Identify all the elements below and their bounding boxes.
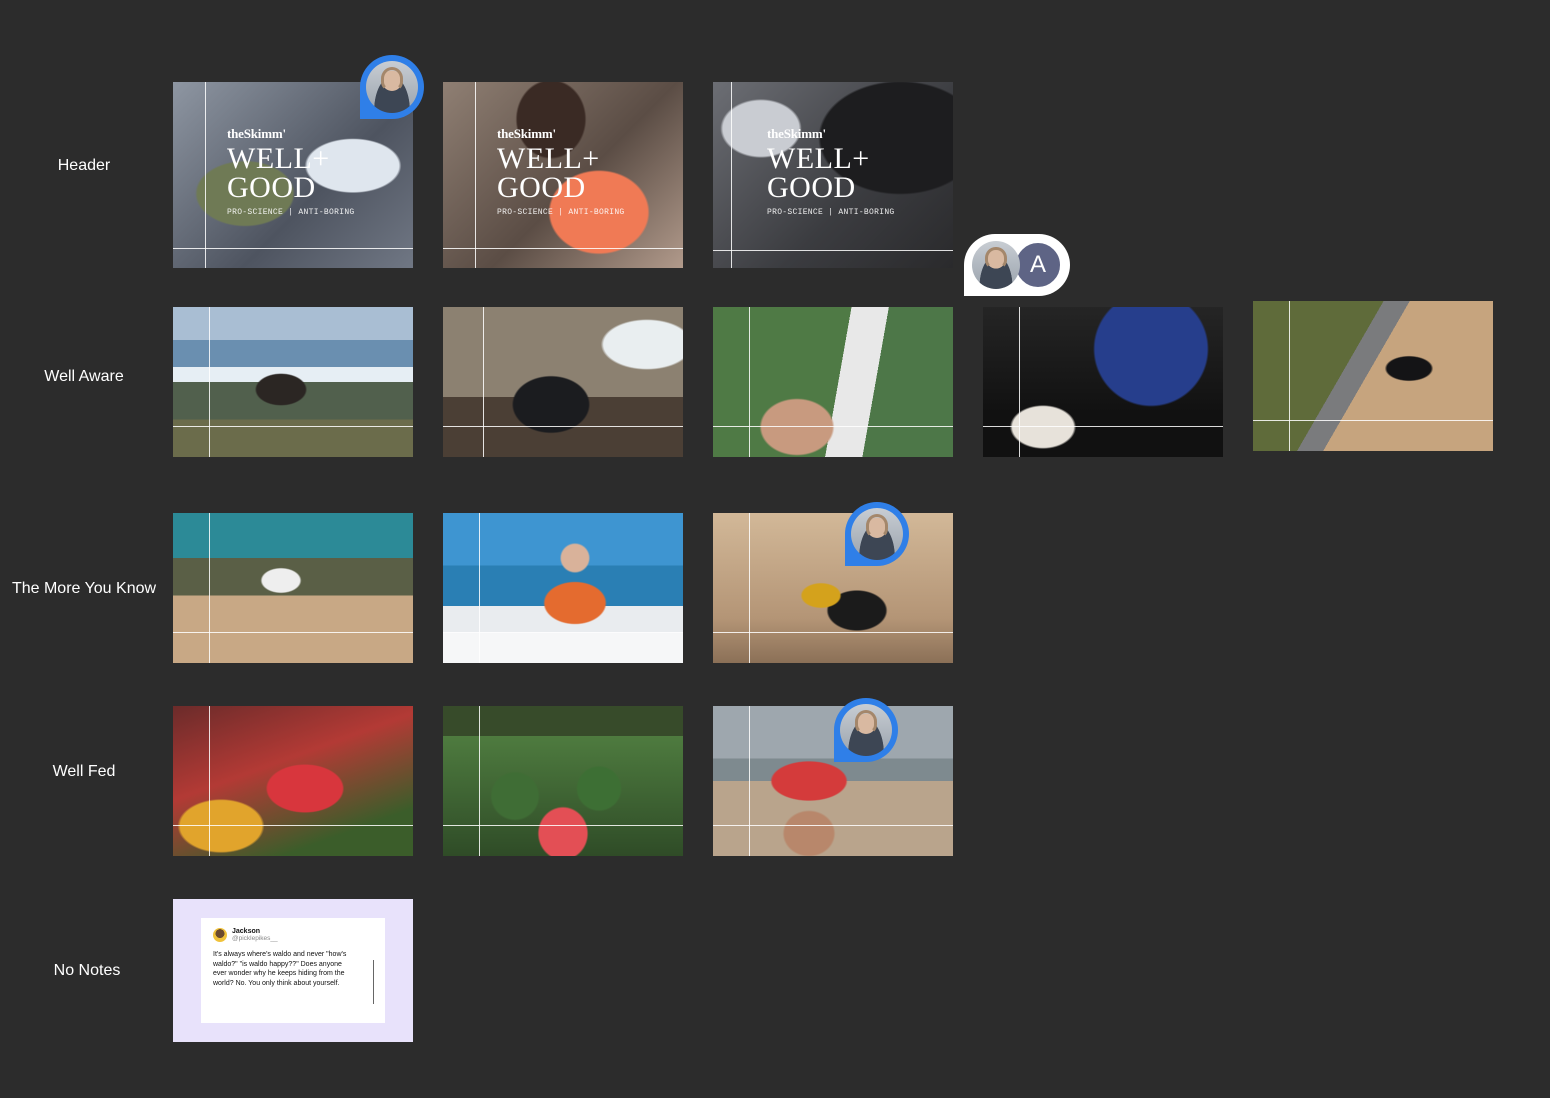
guide-line-vertical <box>205 82 206 268</box>
brand-overlay: theSkimm' WELL+ GOOD PRO-SCIENCE | ANTI-B… <box>227 126 355 217</box>
guide-line-vertical <box>749 513 750 663</box>
well-fed-thumbnail-1[interactable] <box>173 706 413 856</box>
brand-title: WELL+ GOOD <box>227 142 330 204</box>
well-aware-thumbnail-4[interactable] <box>983 307 1223 457</box>
guide-line-vertical <box>1289 301 1290 451</box>
guide-line-vertical <box>749 307 750 457</box>
brand-logo: theSkimm' <box>227 126 286 141</box>
the-more-you-know-thumbnail-3[interactable] <box>713 513 953 663</box>
tweet-card: Jackson @picklepikes__ It's always where… <box>201 918 385 1023</box>
user-avatar <box>972 241 1020 289</box>
guide-line-horizontal <box>713 632 953 633</box>
well-fed-thumbnail-3[interactable] <box>713 706 953 856</box>
well-aware-thumbnail-2[interactable] <box>443 307 683 457</box>
guide-line-horizontal <box>173 632 413 633</box>
brand-tagline: PRO-SCIENCE | ANTI-BORING <box>767 208 895 217</box>
row-label-well-fed: Well Fed <box>52 763 116 780</box>
guide-line-horizontal <box>173 248 413 249</box>
tweet-text: It's always where's waldo and never "how… <box>213 951 347 987</box>
guide-line-horizontal <box>443 248 683 249</box>
guide-line-vertical <box>209 706 210 856</box>
guide-line-horizontal <box>173 825 413 826</box>
user-avatar <box>840 704 892 756</box>
guide-line-vertical <box>209 307 210 457</box>
row-label-header: Header <box>57 157 111 174</box>
no-notes-thumbnail-1[interactable]: Jackson @picklepikes__ It's always where… <box>173 899 413 1042</box>
row-label-well-aware: Well Aware <box>44 368 124 385</box>
user-avatar <box>851 508 903 560</box>
guide-line-vertical <box>479 706 480 856</box>
comment-pin[interactable] <box>834 698 898 762</box>
guide-line-horizontal <box>983 426 1223 427</box>
row-label-no-notes: No Notes <box>53 962 121 979</box>
guide-line-vertical <box>749 706 750 856</box>
brand-logo: theSkimm' <box>497 126 556 141</box>
user-avatar <box>366 61 418 113</box>
guide-line-horizontal <box>173 426 413 427</box>
brand-title: WELL+ GOOD <box>767 142 870 204</box>
guide-line-horizontal <box>713 250 953 251</box>
guide-line-horizontal <box>443 426 683 427</box>
well-aware-thumbnail-3[interactable] <box>713 307 953 457</box>
tweet-author-name: Jackson <box>232 928 261 935</box>
brand-overlay: theSkimm' WELL+ GOOD PRO-SCIENCE | ANTI-B… <box>767 126 895 217</box>
well-aware-thumbnail-5[interactable] <box>1253 301 1493 451</box>
brand-title: WELL+ GOOD <box>497 142 600 204</box>
the-more-you-know-thumbnail-1[interactable] <box>173 513 413 663</box>
guide-line-horizontal <box>713 426 953 427</box>
tweet-avatar <box>213 928 227 942</box>
comment-pin[interactable] <box>845 502 909 566</box>
guide-line-vertical <box>479 513 480 663</box>
brand-overlay: theSkimm' WELL+ GOOD PRO-SCIENCE | ANTI-B… <box>497 126 625 217</box>
row-label-the-more-you-know: The More You Know <box>11 580 157 597</box>
guide-line-vertical <box>209 513 210 663</box>
tweet-author-handle: @picklepikes__ <box>232 935 278 942</box>
the-more-you-know-thumbnail-2[interactable] <box>443 513 683 663</box>
guide-line-vertical <box>475 82 476 268</box>
letter-avatar: A <box>1014 241 1062 289</box>
guide-line-horizontal <box>443 825 683 826</box>
brand-tagline: PRO-SCIENCE | ANTI-BORING <box>497 208 625 217</box>
well-aware-thumbnail-1[interactable] <box>173 307 413 457</box>
guide-line-horizontal <box>1253 420 1493 421</box>
tweet-header: Jackson @picklepikes__ <box>213 928 373 942</box>
well-fed-thumbnail-2[interactable] <box>443 706 683 856</box>
header-thumbnail-2[interactable]: theSkimm' WELL+ GOOD PRO-SCIENCE | ANTI-B… <box>443 82 683 268</box>
brand-logo: theSkimm' <box>767 126 826 141</box>
text-cursor-bar <box>373 960 374 1004</box>
guide-line-horizontal <box>443 632 683 633</box>
guide-line-vertical <box>483 307 484 457</box>
guide-line-vertical <box>1019 307 1020 457</box>
header-thumbnail-3[interactable]: theSkimm' WELL+ GOOD PRO-SCIENCE | ANTI-B… <box>713 82 953 268</box>
guide-line-horizontal <box>713 825 953 826</box>
comment-pin[interactable] <box>360 55 424 119</box>
brand-tagline: PRO-SCIENCE | ANTI-BORING <box>227 208 355 217</box>
guide-line-vertical <box>731 82 732 268</box>
comment-pin-group[interactable]: A <box>964 234 1070 296</box>
